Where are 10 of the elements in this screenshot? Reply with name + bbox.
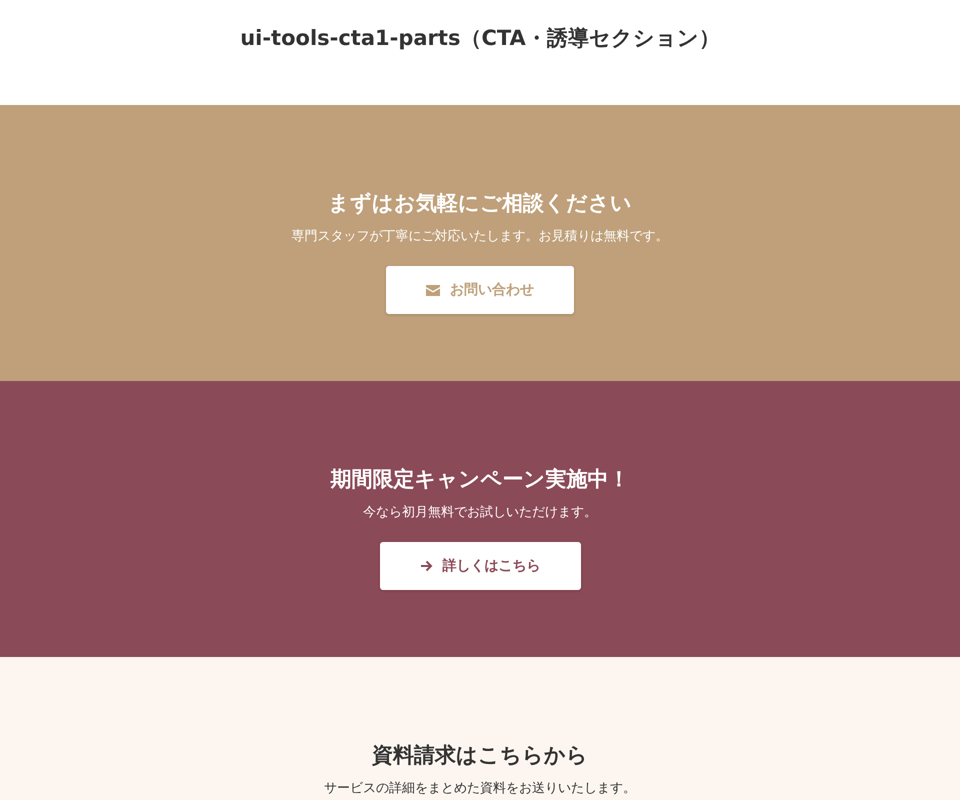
section-text: サービスの詳細をまとめた資料をお送りいたします。 bbox=[323, 780, 637, 798]
section-heading: まずはお気軽にご相談ください bbox=[327, 190, 633, 217]
section-text: 専門スタッフが丁寧にご対応いたします。お見積りは無料です。 bbox=[290, 228, 670, 246]
section-text: 今なら初月無料でお試しいただけます。 bbox=[362, 504, 598, 522]
arrow-icon bbox=[420, 560, 432, 572]
cta-button[interactable]: 詳しくはこちら bbox=[380, 542, 580, 590]
mail-icon bbox=[426, 284, 440, 296]
section-heading: 期間限定キャンペーン実施中！ bbox=[330, 466, 630, 493]
section-heading: 資料請求はこちらから bbox=[371, 742, 589, 769]
page-title: ui-tools-cta1-parts（CTA・誘導セクション） bbox=[240, 25, 720, 52]
